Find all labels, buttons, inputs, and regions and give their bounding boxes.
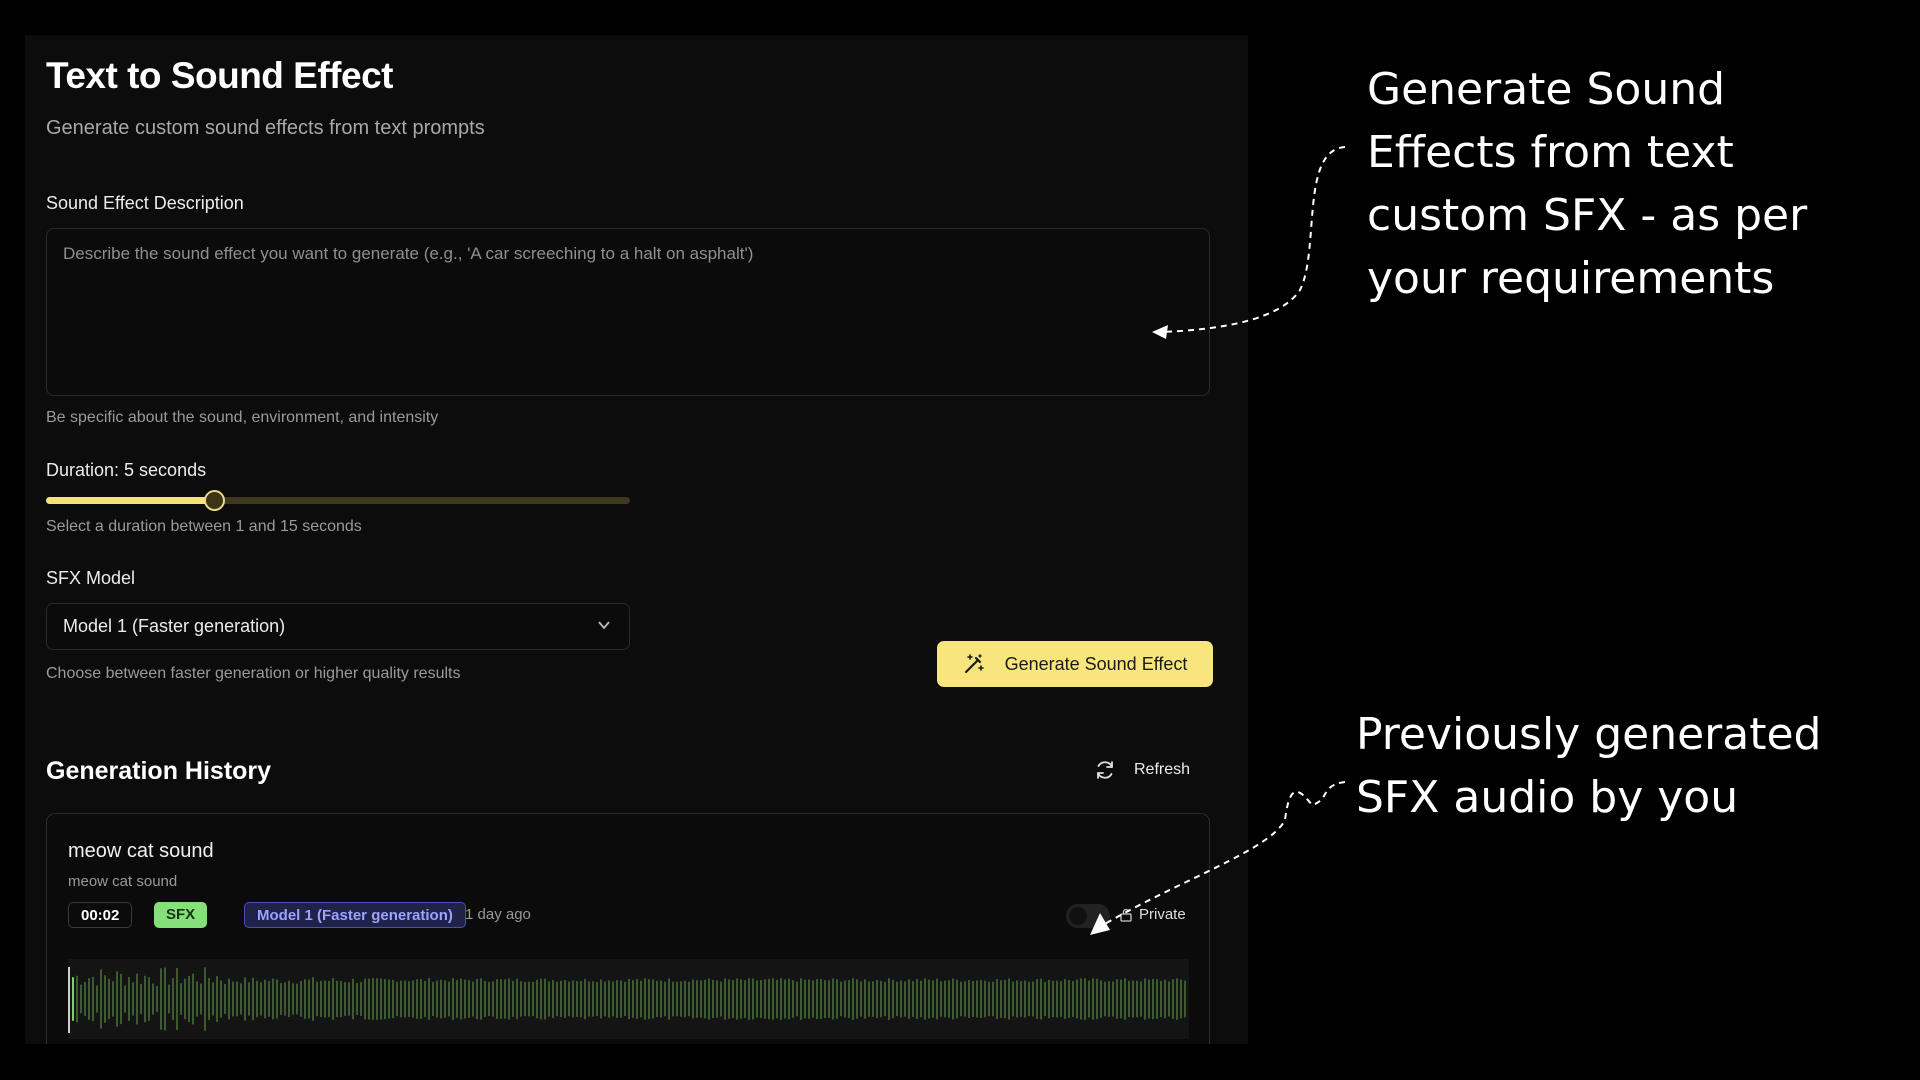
annotation-arrowhead-bottom (1090, 913, 1110, 935)
annotation-arrowhead-top (1152, 325, 1168, 339)
annotation-arrow-bottom (1102, 781, 1346, 926)
annotation-arrows (1090, 146, 1346, 935)
annotation-arrow-top (1159, 146, 1346, 333)
